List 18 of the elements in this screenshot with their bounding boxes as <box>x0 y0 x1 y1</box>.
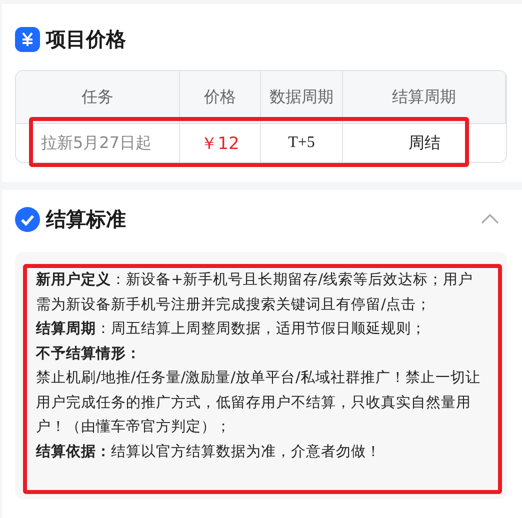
rule-text: 新用户定义：新设备+新手机号且长期留存/线索等后效达标；用户需为新设备新手机号注册并完成搜索关键词且有停留/点击； <box>36 270 474 314</box>
column-header: 价格 <box>180 71 261 124</box>
chevron-icon[interactable] <box>481 213 499 225</box>
section-title: 结算标准 <box>46 206 126 232</box>
rule-heading: 不予结算情形： <box>36 344 142 364</box>
rule-text: 结算依据：结算以官方结算数据为准，介意者勿做！ <box>36 442 382 462</box>
column-header: 结算周期 <box>343 71 506 124</box>
table-cell: ￥12 <box>180 124 261 162</box>
section-title: 项目价格 <box>46 26 126 52</box>
column-header: 数据周期 <box>261 71 343 124</box>
rule-text: 结算周期：周五结算上周整周数据，适用节假日顺延规则； <box>36 320 427 339</box>
table-cell: 拉新5月27日起 <box>16 124 180 162</box>
table-cell-text: 周结 <box>408 132 442 154</box>
check-icon <box>15 206 40 232</box>
column-header: 任务 <box>16 71 180 124</box>
rule-text: 禁止机刷/地推/任务量/激励量/放单平台/私域社群推广！禁止一切让用户完成任务的推广方式，低留存用户不结算，只收真实自然量用户！（由懂车帝官方判定）； <box>36 369 482 437</box>
yen-icon <box>15 26 40 52</box>
table-cell: T+5 <box>261 124 343 162</box>
